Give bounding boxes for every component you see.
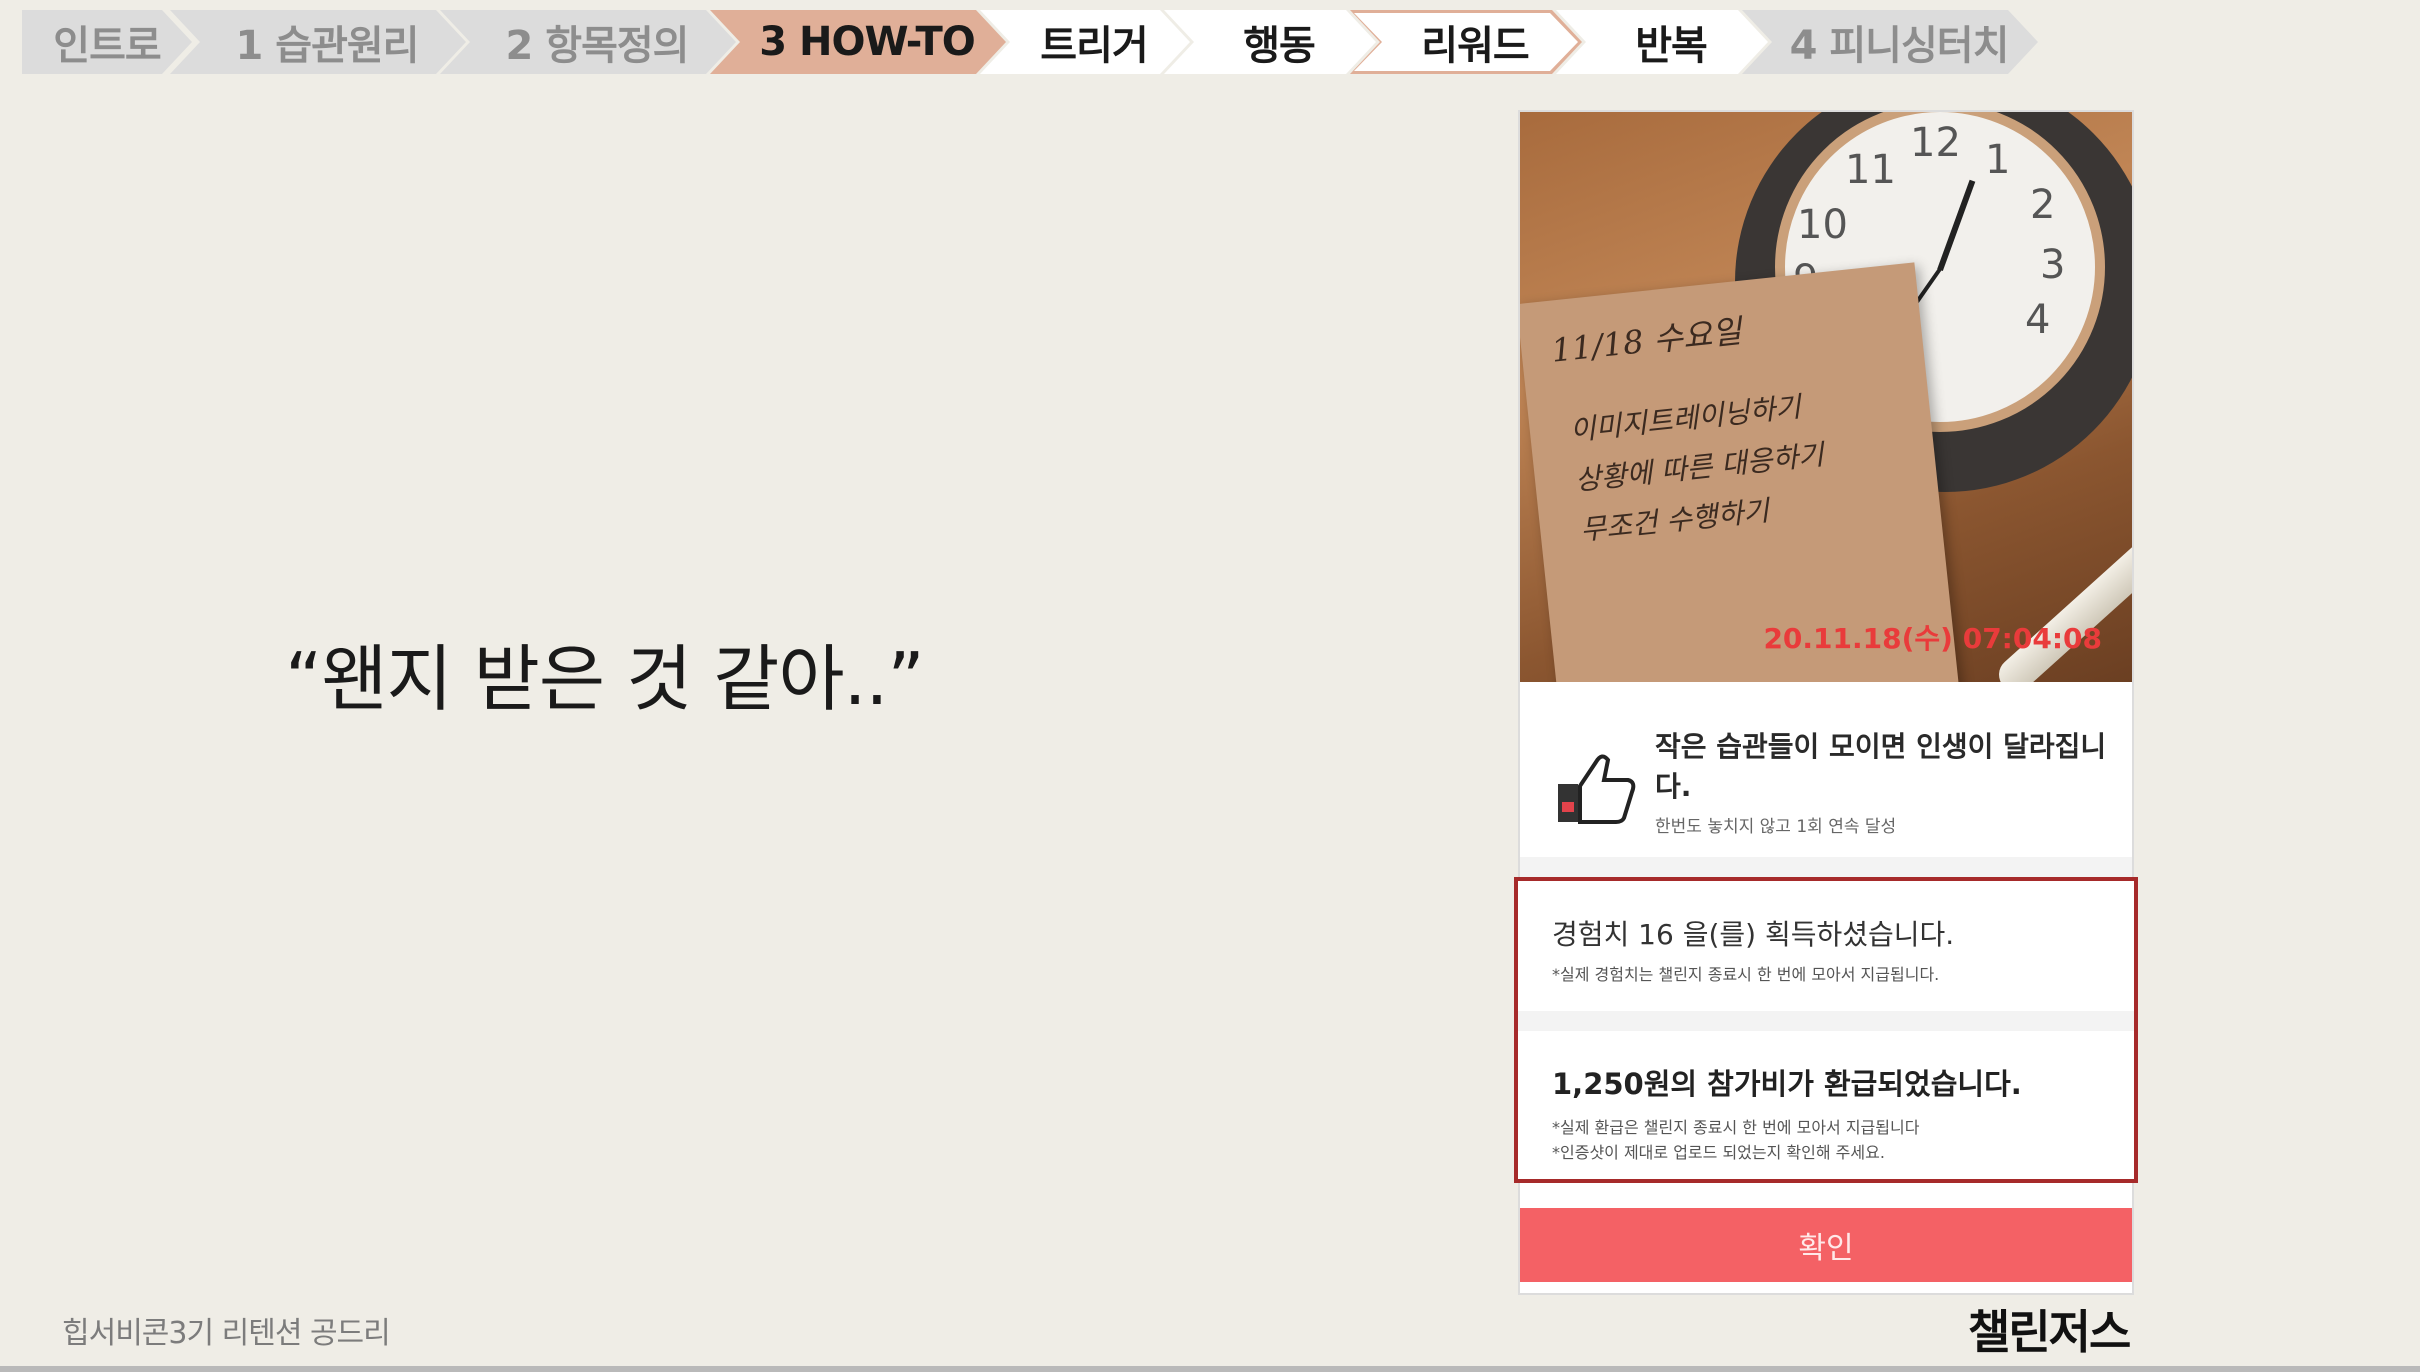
divider: [1518, 1011, 2134, 1031]
breadcrumb-item-reward[interactable]: 리워드: [1350, 10, 1582, 74]
quote-text: “왠지 받은 것 같아..”: [285, 637, 925, 721]
footer-credit: 힙서비콘3기 리텐션 공드리: [62, 1316, 391, 1351]
breadcrumb-item-trigger[interactable]: 트리거: [980, 10, 1190, 74]
note-line: 11/18 수요일: [1549, 311, 1744, 370]
breadcrumb-label: 2 항목정의: [505, 23, 689, 69]
thumbs-up-icon: [1558, 754, 1636, 824]
clock-number: 2: [2030, 182, 2056, 228]
breadcrumb-label: 행동: [1243, 23, 1315, 69]
breadcrumb-item-habit-principle[interactable]: 1 습관원리: [170, 10, 466, 74]
bottom-rule: [0, 1366, 2420, 1372]
clock-hand: [1937, 179, 1976, 272]
breadcrumb-label: 1 습관원리: [235, 23, 419, 69]
clock-number: 11: [1845, 147, 1896, 193]
badge-subtitle: 한번도 놓치지 않고 1회 연속 달성: [1655, 817, 1897, 837]
breadcrumb-item-action[interactable]: 행동: [1164, 10, 1376, 74]
clock-number: 1: [1985, 137, 2011, 183]
breadcrumb-label: 4 피니싱터치: [1789, 23, 2009, 69]
certification-photo: 11 12 1 10 2 9 3 8 4 11/18 수요일 이미지트레이닝하기…: [1520, 112, 2132, 682]
breadcrumb-label: 리워드: [1421, 23, 1529, 69]
photo-timestamp: 20.11.18(수) 07:04:08: [1763, 622, 2102, 655]
experience-text: 경험치 16 을(를) 획득하셨습니다.: [1552, 918, 1955, 951]
breadcrumb-label: 3 HOW-TO: [759, 19, 975, 65]
breadcrumb-item-definition[interactable]: 2 항목정의: [440, 10, 736, 74]
brand-name: 챌린저스: [1968, 1305, 2131, 1359]
clock-number: 12: [1910, 120, 1961, 166]
note-line: 무조건 수행하기: [1578, 494, 1771, 547]
breadcrumb-item-finishing-touch[interactable]: 4 피니싱터치: [1742, 10, 2038, 74]
divider: [1520, 857, 2132, 879]
experience-note: *실제 경험치는 챌린지 종료시 한 번에 모아서 지급됩니다.: [1552, 965, 1940, 984]
badge-title: 작은 습관들이 모이면 인생이 달라집니다.: [1655, 730, 2107, 803]
breadcrumb-label: 반복: [1635, 23, 1707, 69]
breadcrumb-item-intro[interactable]: 인트로: [22, 10, 192, 74]
breadcrumb-item-repeat[interactable]: 반복: [1556, 10, 1768, 74]
confirm-button[interactable]: 확인: [1520, 1208, 2132, 1282]
clock-number: 10: [1797, 202, 1848, 248]
breadcrumb-item-how-to[interactable]: 3 HOW-TO: [710, 10, 1006, 74]
clock-number: 3: [2040, 242, 2066, 288]
refund-text: 1,250원의 참가비가 환급되었습니다.: [1552, 1067, 2022, 1101]
refund-note: *실제 환급은 챌린지 종료시 한 번에 모아서 지급됩니다: [1552, 1118, 1920, 1137]
reward-highlight-box: 경험치 16 을(를) 획득하셨습니다. *실제 경험치는 챌린지 종료시 한 …: [1514, 877, 2138, 1183]
breadcrumb: 인트로 1 습관원리 2 항목정의 3 HOW-TO 트리거 행동 리워드 반복…: [22, 10, 2022, 74]
breadcrumb-label: 인트로: [53, 23, 161, 69]
clock-number: 4: [2025, 297, 2051, 343]
upload-check-note: *인증샷이 제대로 업로드 되었는지 확인해 주세요.: [1552, 1143, 1885, 1162]
breadcrumb-label: 트리거: [1040, 23, 1148, 69]
